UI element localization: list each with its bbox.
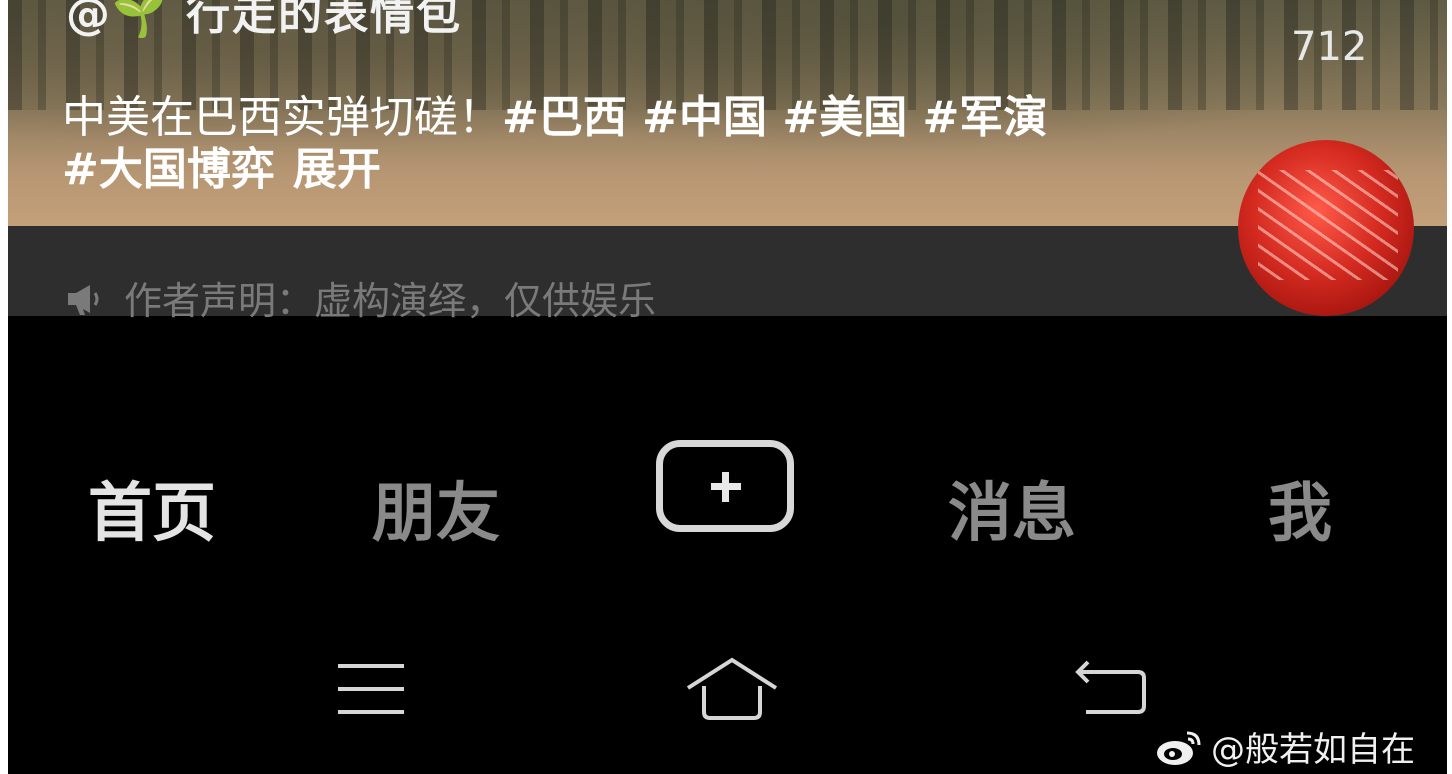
author-notice: 作者声明：虚构演绎，仅供娱乐: [66, 270, 656, 325]
phone-screen: @🌱 行走的表情包 712 中美在巴西实弹切磋！#巴西 #中国 #美国 #军演 …: [8, 0, 1447, 774]
watermark-text: @般若如自在: [1211, 730, 1415, 770]
weibo-logo-icon: [1155, 727, 1205, 767]
like-count: 712: [1291, 24, 1368, 70]
tab-messages[interactable]: 消息: [948, 462, 1076, 554]
notice-text: 作者声明：虚构演绎，仅供娱乐: [124, 279, 657, 323]
description-text: 中美在巴西实弹切磋！: [62, 92, 502, 143]
tab-home[interactable]: 首页: [88, 462, 216, 554]
home-icon[interactable]: [684, 656, 780, 724]
megaphone-icon: [66, 281, 106, 315]
create-post-button[interactable]: [656, 440, 794, 532]
tab-friends[interactable]: 朋友: [372, 462, 500, 554]
back-icon[interactable]: [1072, 658, 1152, 722]
weibo-watermark: @般若如自在: [1155, 722, 1415, 771]
menu-icon[interactable]: [336, 662, 406, 720]
music-disc-avatar[interactable]: [1238, 140, 1414, 316]
video-description: 中美在巴西实弹切磋！#巴西 #中国 #美国 #军演 #大国博弈 展开: [62, 92, 1062, 196]
author-name[interactable]: @🌱 行走的表情包: [66, 0, 462, 42]
tab-me[interactable]: 我: [1268, 462, 1332, 554]
expand-link[interactable]: 展开: [293, 144, 381, 195]
